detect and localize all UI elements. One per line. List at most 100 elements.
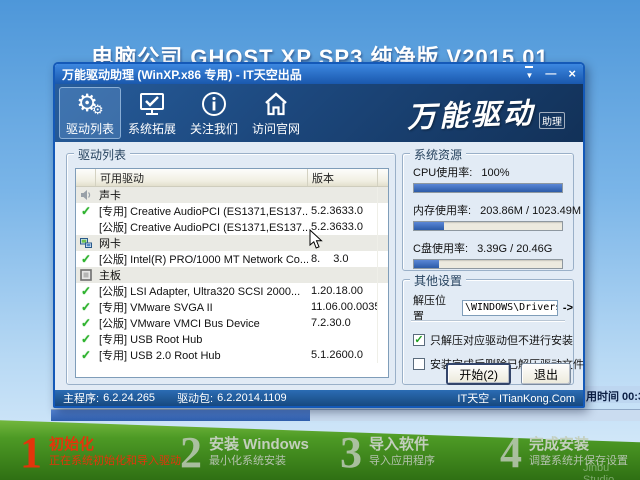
toolbar-button-driver-list[interactable]: ⚙⚙ 驱动列表	[59, 87, 121, 139]
network-icon	[80, 237, 92, 249]
driver-row[interactable]: ✓[专用] Creative AudioPCI (ES1371,ES137...…	[76, 203, 388, 219]
motherboard-icon	[80, 269, 92, 281]
check-cell: ✓	[76, 348, 96, 362]
start-button[interactable]: 开始(2)	[446, 363, 511, 385]
check-cell: ✓	[76, 252, 96, 266]
step-title: 初始化	[49, 436, 181, 454]
disk-usage: C盘使用率: 3.39G / 20.46G	[413, 240, 563, 269]
gears-icon: ⚙⚙	[76, 90, 103, 118]
checkbox-extract-only[interactable]: ✓ 只解压对应驱动但不进行安装	[413, 332, 573, 348]
step-subtitle: 最小化系统安装	[209, 454, 309, 469]
driver-row[interactable]: ✓[专用] USB Root Hub	[76, 331, 388, 347]
driver-version: 5.1.2600.0	[308, 347, 378, 363]
driver-name: [公版] VMware VMCI Bus Device	[96, 315, 308, 331]
checkbox-icon[interactable]: ✓	[413, 334, 425, 346]
exit-button[interactable]: 退出	[521, 363, 571, 385]
settings-divider	[411, 320, 565, 322]
driver-version: 1.20.18.00	[308, 283, 378, 299]
step-subtitle: 正在系统初始化和导入驱动	[49, 454, 181, 469]
driver-pack-version: 6.2.2014.1109	[217, 392, 287, 404]
driver-row[interactable]: ✓[专用] VMware SVGA II11.06.00.0035	[76, 299, 388, 315]
background-progressbar-fill	[51, 410, 310, 421]
category-row[interactable]: 主板	[76, 267, 388, 283]
cpu-usage-bar	[413, 183, 563, 193]
background-progressbar	[51, 409, 640, 421]
toolbar-button-label: 驱动列表	[66, 120, 114, 137]
driver-name: [专用] USB 2.0 Root Hub	[96, 347, 308, 363]
driver-version: 7.2.30.0	[308, 315, 378, 331]
window-title: 万能驱动助理 (WinXP.x86 专用) - IT天空出品	[62, 66, 302, 83]
system-resources-group: 系统资源 CPU使用率: 100% 内存使用率: 203.86M / 1023.…	[402, 153, 574, 271]
memory-usage-bar	[413, 221, 563, 231]
driver-row[interactable]: [公版] Creative AudioPCI (ES1371,ES137...5…	[76, 219, 388, 235]
home-icon	[262, 90, 290, 118]
driver-version	[308, 267, 378, 283]
check-icon: ✓	[81, 348, 91, 362]
header-available-drivers[interactable]: 可用驱动	[96, 169, 308, 186]
group-title: 其他设置	[410, 272, 466, 289]
brand-logo: 万能驱动 助理	[407, 92, 565, 134]
driver-name: [公版] Intel(R) PRO/1000 MT Network Co...	[96, 251, 308, 267]
category-row[interactable]: 声卡	[76, 187, 388, 203]
memory-usage: 内存使用率: 203.86M / 1023.49M	[413, 202, 563, 231]
toolbar-button-visit-website[interactable]: 访问官网	[245, 87, 307, 139]
check-icon: ✓	[81, 332, 91, 346]
driver-row[interactable]: ✓[公版] LSI Adapter, Ultra320 SCSI 2000...…	[76, 283, 388, 299]
window-content: 驱动列表 可用驱动 版本 声卡✓[专用] Creative AudioPCI (…	[55, 142, 583, 390]
info-icon	[201, 90, 227, 118]
step-title: 安装 Windows	[209, 436, 309, 454]
category-row[interactable]: 网卡	[76, 235, 388, 251]
brand-logo-sub: 助理	[539, 112, 565, 129]
driver-name: 网卡	[96, 235, 308, 251]
driver-name: [专用] Creative AudioPCI (ES1371,ES137...	[96, 203, 308, 219]
check-cell: ✓	[76, 300, 96, 314]
driver-version: 5.2.3633.0	[308, 203, 378, 219]
driver-version	[308, 187, 378, 203]
extract-path-input[interactable]: \WINDOWS\Drivers	[462, 300, 558, 316]
disk-usage-bar	[413, 259, 563, 269]
toolbar-button-label: 系统拓展	[128, 120, 176, 137]
toolbar-button-system-expand[interactable]: 系统拓展	[121, 87, 183, 139]
driver-version	[308, 331, 378, 347]
disk-usage-value: 3.39G / 20.46G	[477, 243, 552, 255]
step-number: 1	[20, 433, 42, 473]
driver-listview[interactable]: 可用驱动 版本 声卡✓[专用] Creative AudioPCI (ES137…	[75, 168, 389, 378]
statusbar-site: IT天空 - ITianKong.Com	[457, 390, 575, 406]
driver-name: [公版] Creative AudioPCI (ES1371,ES137...	[96, 219, 308, 235]
check-cell: ✓	[76, 204, 96, 218]
memory-usage-label: 内存使用率:	[413, 205, 471, 217]
category-icon-cell	[76, 189, 96, 201]
step-number: 4	[500, 433, 522, 473]
elapsed-time-bar: 用时间 00:31	[578, 386, 640, 403]
checkbox-label: 只解压对应驱动但不进行安装	[430, 332, 573, 348]
category-icon-cell	[76, 269, 96, 281]
driver-name: 声卡	[96, 187, 308, 203]
minimize-icon[interactable]: —	[545, 67, 556, 81]
close-icon[interactable]: ×	[568, 67, 576, 81]
extract-browse-arrow[interactable]: ->	[563, 302, 573, 314]
titlebar[interactable]: 万能驱动助理 (WinXP.x86 专用) - IT天空出品 ▼ — ×	[55, 64, 583, 84]
memory-usage-fill	[414, 222, 444, 230]
driver-row[interactable]: ✓[公版] VMware VMCI Bus Device7.2.30.0	[76, 315, 388, 331]
driver-name: [专用] VMware SVGA II	[96, 299, 308, 315]
step-subtitle: 导入应用程序	[369, 454, 435, 469]
menu-dropdown-icon[interactable]: ▼	[525, 66, 533, 83]
checkbox-icon[interactable]: ✓	[413, 358, 425, 370]
header-version[interactable]: 版本	[308, 169, 378, 186]
toolbar: ⚙⚙ 驱动列表 系统拓展 关注我们 访问官网 万能驱动 助理	[55, 84, 583, 142]
check-icon: ✓	[81, 284, 91, 298]
step-number: 2	[180, 433, 202, 473]
category-icon-cell	[76, 237, 96, 249]
disk-usage-fill	[414, 260, 439, 268]
check-icon: ✓	[81, 252, 91, 266]
toolbar-button-follow-us[interactable]: 关注我们	[183, 87, 245, 139]
check-cell: ✓	[76, 316, 96, 330]
step-title: 导入软件	[369, 436, 435, 454]
driver-row[interactable]: ✓ [专用] USB 2.0 Root Hub5.1.2600.0	[76, 347, 388, 363]
step-2-install-windows: 2 安装 Windows 最小化系统安装	[180, 433, 309, 473]
memory-usage-value: 203.86M / 1023.49M	[480, 205, 581, 217]
header-icon-column	[76, 169, 96, 186]
cpu-usage-fill	[414, 184, 562, 192]
driver-row[interactable]: ✓ [公版] Intel(R) PRO/1000 MT Network Co...…	[76, 251, 388, 267]
driver-name: 主板	[96, 267, 308, 283]
